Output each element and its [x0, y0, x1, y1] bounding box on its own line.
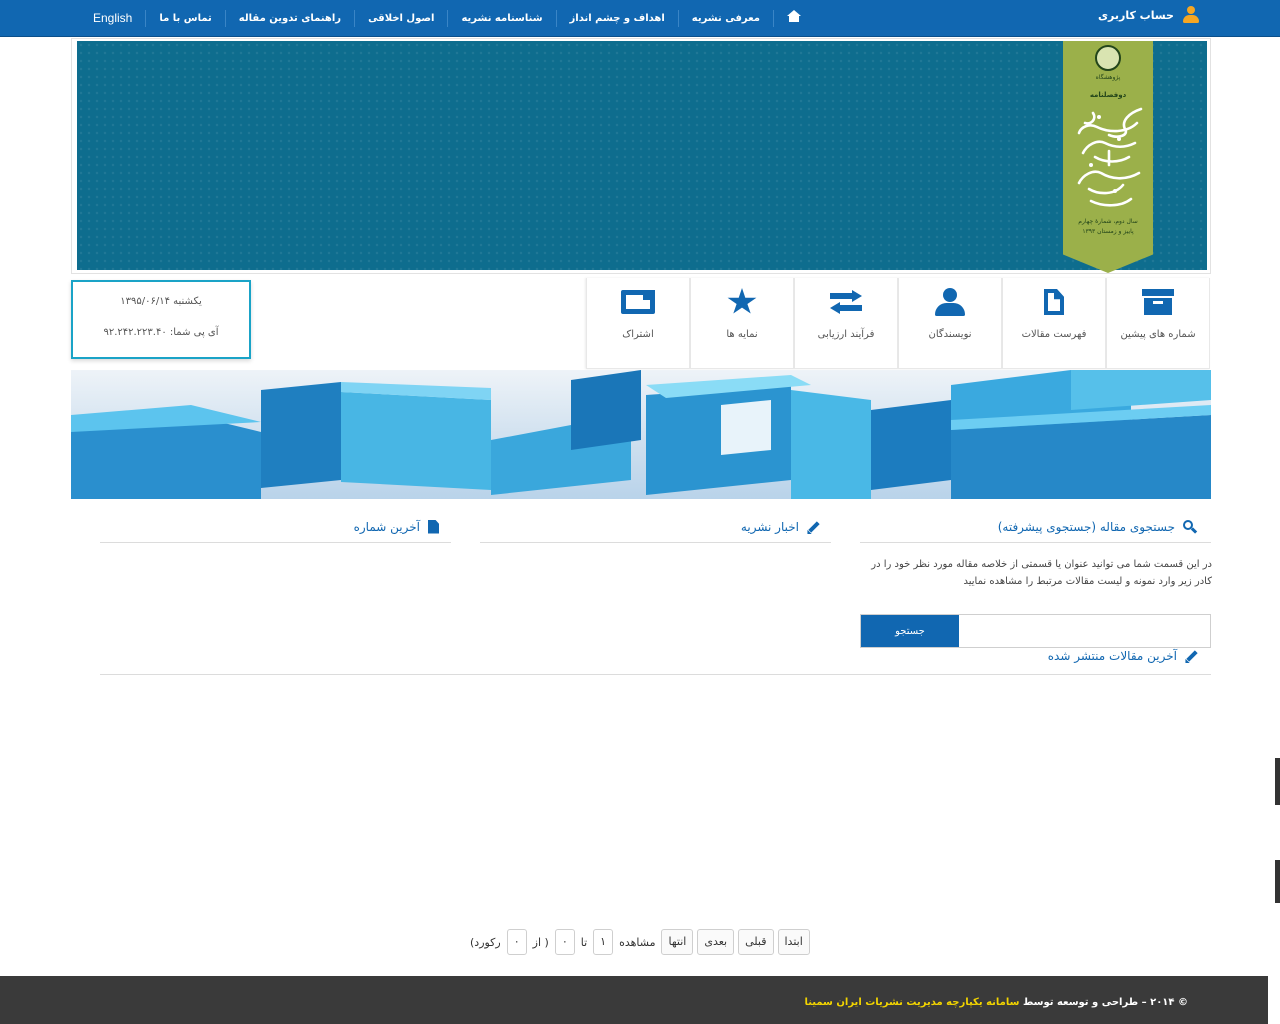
pager-prev-button[interactable]: قبلی [738, 929, 774, 955]
pagination: ابتدا قبلی بعدی انتها مشاهده ۱ تا ۰ ( از… [468, 928, 810, 956]
home-link[interactable] [772, 10, 814, 27]
document-icon [428, 519, 439, 534]
last-issue-title: آخرین شماره [353, 519, 420, 534]
date-ip-box: یکشنبه ۱۳۹۵/۰۶/۱۴ آی پی شما: ۹۲.۲۴۲.۲۲۳.… [71, 280, 251, 359]
card-icon [621, 290, 655, 314]
pencil-icon [805, 520, 820, 536]
footer-prefix: © ۲۰۱۴ – طراحی و توسعه توسط [1022, 997, 1188, 1008]
tile-label: فهرست مقالات [1021, 329, 1087, 340]
pager-last-button[interactable]: انتها [661, 929, 694, 955]
last-issue-heading: آخرین شماره [100, 511, 451, 543]
menu-item-identity[interactable]: شناسنامه نشریه [447, 10, 555, 27]
pager-of-label: ( از [532, 935, 549, 949]
pager-view-label: مشاهده [619, 935, 656, 949]
institute-seal-icon [1095, 45, 1121, 71]
user-icon [1182, 6, 1200, 24]
bookmark-issue-text: سال دوم، شمارۀ چهارم پاییز و زمستان ۱۳۹۳ [1078, 218, 1138, 235]
tile-label: اشتراک [622, 329, 654, 340]
exchange-icon [830, 290, 862, 314]
user-account-link[interactable]: حساب کاربری [1098, 6, 1200, 24]
tile-articles[interactable]: فهرست مقالات [1002, 278, 1106, 369]
menu-item-aims[interactable]: اهداف و چشم انداز [555, 10, 678, 27]
edge-widget-bottom[interactable] [1275, 860, 1280, 903]
footer-credit: © ۲۰۱۴ – طراحی و توسعه توسط سامانه یکپار… [804, 997, 1188, 1008]
latest-articles-title: آخرین مقالات منتشر شده [1047, 649, 1177, 663]
person-icon [935, 288, 965, 316]
pager-total-value: ۰ [506, 929, 527, 955]
news-section-title: اخبار نشریه [740, 519, 799, 534]
menu-item-ethics[interactable]: اصول اخلاقی [354, 10, 447, 27]
top-navbar: حساب کاربری معرفی نشریه اهداف و چشم اندا… [0, 0, 1280, 37]
news-section-heading: اخبار نشریه [480, 511, 831, 543]
latest-articles-heading: آخرین مقالات منتشر شده [100, 643, 1211, 675]
header-banner: پژوهشگاه دوفصلنامه سال دوم، شمارۀ چهارم … [77, 41, 1207, 273]
tile-label: فرآیند ارزیابی [817, 329, 875, 340]
current-date: یکشنبه ۱۳۹۵/۰۶/۱۴ [120, 296, 202, 307]
tile-review-process[interactable]: فرآیند ارزیابی [794, 278, 898, 369]
main-menu: معرفی نشریه اهداف و چشم انداز شناسنامه ن… [80, 0, 801, 37]
decorative-slider [71, 370, 1211, 499]
journal-logo-bookmark: پژوهشگاه دوفصلنامه سال دوم، شمارۀ چهارم … [1063, 41, 1153, 273]
journal-title-calligraphy-icon [1077, 107, 1143, 207]
edge-widget-top[interactable] [1275, 758, 1280, 805]
tile-authors[interactable]: نویسندگان [898, 278, 1002, 369]
slider-blocks-art [71, 370, 1211, 499]
menu-item-author-guide[interactable]: راهنمای تدوین مقاله [224, 10, 354, 27]
pager-to-label: تا [580, 935, 588, 949]
pager-next-button[interactable]: بعدی [697, 929, 735, 955]
user-ip: آی پی شما: ۹۲.۲۴۲.۲۲۳.۴۰ [103, 327, 219, 338]
user-account-label: حساب کاربری [1097, 8, 1174, 22]
tile-subscription[interactable]: اشتراک [586, 278, 690, 369]
search-description: در این قسمت شما می توانید عنوان یا قسمتی… [871, 559, 1212, 587]
home-icon [786, 10, 801, 22]
pager-from-value: ۱ [593, 929, 614, 955]
header-frame: پژوهشگاه دوفصلنامه سال دوم، شمارۀ چهارم … [71, 38, 1211, 274]
footer-sinaweb-link[interactable]: سامانه یکپارچه مدیریت نشریات ایران سمینا [804, 997, 1019, 1008]
search-icon [1183, 519, 1198, 534]
pager-to-value: ۰ [554, 929, 575, 955]
pager-records-label: رکورد) [470, 935, 501, 949]
bookmark-institute-text: پژوهشگاه [1095, 74, 1121, 81]
menu-item-about[interactable]: معرفی نشریه [677, 10, 773, 27]
footer: © ۲۰۱۴ – طراحی و توسعه توسط سامانه یکپار… [0, 976, 1268, 1024]
tile-label: نویسندگان [928, 329, 972, 340]
tile-label: شماره های پیشین [1120, 329, 1196, 340]
tile-indexing[interactable]: نمایه ها [690, 278, 794, 369]
tile-archive[interactable]: شماره های پیشین [1106, 278, 1210, 369]
english-link[interactable]: English [80, 10, 145, 27]
bookmark-journal-kind: دوفصلنامه [1089, 91, 1127, 99]
file-icon [1044, 289, 1064, 315]
archive-icon [1142, 289, 1174, 315]
quick-links: شماره های پیشین فهرست مقالات نویسندگان ف… [586, 278, 1210, 369]
pager-first-button[interactable]: ابتدا [777, 929, 810, 955]
menu-item-contact[interactable]: تماس با ما [145, 10, 224, 27]
search-section-title[interactable]: جستجوی مقاله (جستجوی پیشرفته) [998, 520, 1175, 534]
search-section-heading: جستجوی مقاله (جستجوی پیشرفته) [860, 511, 1211, 543]
pencil-icon [1183, 650, 1198, 666]
star-icon [727, 288, 757, 314]
tile-label: نمایه ها [726, 329, 758, 340]
